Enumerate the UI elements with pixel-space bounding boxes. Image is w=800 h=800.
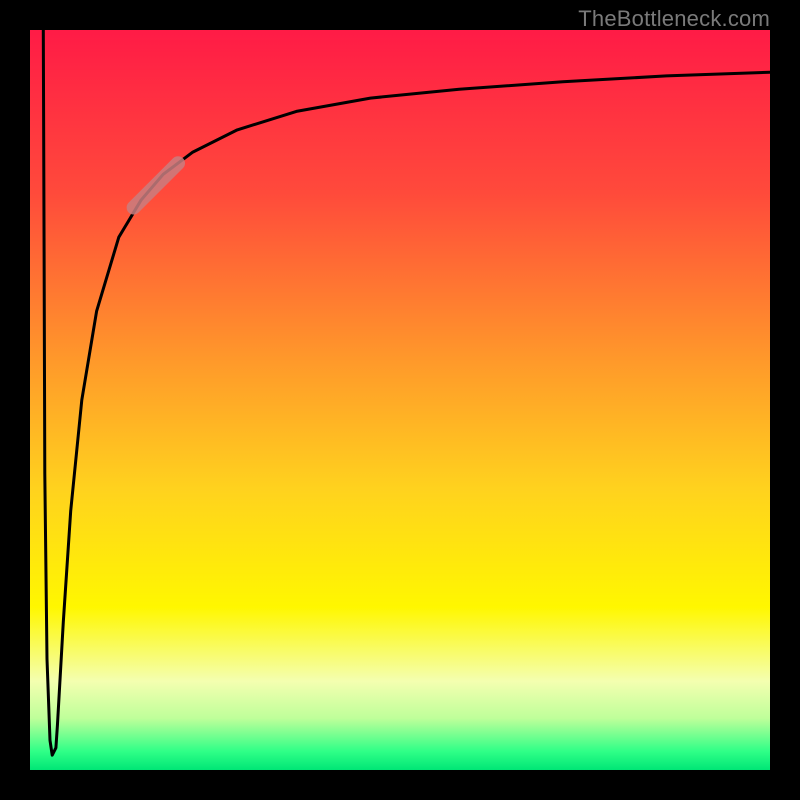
plot-area [30, 30, 770, 770]
watermark-text: TheBottleneck.com [578, 6, 770, 32]
gradient-background [30, 30, 770, 770]
chart-svg [30, 30, 770, 770]
chart-frame: TheBottleneck.com [0, 0, 800, 800]
